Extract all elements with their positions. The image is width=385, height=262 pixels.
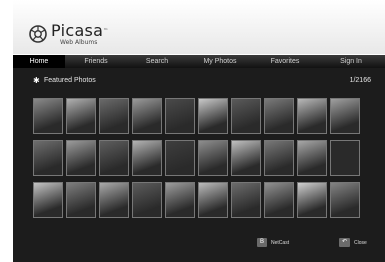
photo-thumbnail[interactable] <box>99 98 129 134</box>
close-button[interactable]: ↶ Close <box>339 238 367 247</box>
photo-thumbnail[interactable] <box>330 98 360 134</box>
tab-sign-in[interactable]: Sign In <box>317 55 385 68</box>
photo-thumbnail[interactable] <box>165 98 195 134</box>
tab-my-photos[interactable]: My Photos <box>187 55 253 68</box>
photo-thumbnail[interactable] <box>264 140 294 176</box>
photo-thumbnail[interactable] <box>330 140 360 176</box>
photo-thumbnail[interactable] <box>132 182 162 218</box>
netcast-label: NetCast <box>271 239 290 246</box>
tab-bar: Home Friends Search My Photos Favorites … <box>13 55 385 68</box>
trademark-symbol: ™ <box>103 28 109 34</box>
photo-thumbnail[interactable] <box>297 98 327 134</box>
section-header: ✱ Featured Photos <box>33 76 96 85</box>
tab-favorites[interactable]: Favorites <box>253 55 317 68</box>
photo-thumbnail[interactable] <box>33 140 63 176</box>
b-key-icon: B <box>257 238 268 247</box>
photo-thumbnail[interactable] <box>66 140 96 176</box>
logo-subtitle: Web Albums <box>60 39 98 46</box>
photo-thumbnail[interactable] <box>198 98 228 134</box>
tab-home[interactable]: Home <box>13 55 65 68</box>
netcast-button[interactable]: B NetCast <box>257 238 289 247</box>
close-label: Close <box>354 239 367 246</box>
footer-bar: B NetCast ↶ Close <box>13 226 385 262</box>
photo-thumbnail[interactable] <box>297 182 327 218</box>
photo-thumbnail[interactable] <box>33 182 63 218</box>
logo-title: Picasa™ <box>51 21 109 40</box>
photo-thumbnail[interactable] <box>198 182 228 218</box>
photo-thumbnail[interactable] <box>264 182 294 218</box>
photo-thumbnail[interactable] <box>231 140 261 176</box>
photo-thumbnail[interactable] <box>330 182 360 218</box>
photo-thumbnail[interactable] <box>132 98 162 134</box>
back-icon: ↶ <box>339 238 351 247</box>
photo-thumbnail[interactable] <box>33 98 63 134</box>
photo-thumbnail[interactable] <box>66 98 96 134</box>
photo-thumbnail[interactable] <box>165 140 195 176</box>
header: Picasa™ Web Albums <box>13 0 385 54</box>
photo-thumbnail[interactable] <box>66 182 96 218</box>
section-title: Featured Photos <box>44 77 96 84</box>
photo-thumbnail[interactable] <box>297 140 327 176</box>
picasa-logo-icon <box>29 25 47 43</box>
tab-friends[interactable]: Friends <box>65 55 127 68</box>
photo-thumbnail[interactable] <box>264 98 294 134</box>
tab-search[interactable]: Search <box>127 55 187 68</box>
photo-thumbnail[interactable] <box>99 140 129 176</box>
photo-thumbnail[interactable] <box>231 182 261 218</box>
photo-thumbnail[interactable] <box>132 140 162 176</box>
star-icon: ✱ <box>33 76 40 85</box>
photo-thumbnail[interactable] <box>198 140 228 176</box>
photo-count: 1/2166 <box>349 77 371 84</box>
photo-thumbnail[interactable] <box>99 182 129 218</box>
photo-thumbnail[interactable] <box>165 182 195 218</box>
photo-thumbnail[interactable] <box>231 98 261 134</box>
picasa-screen: Picasa™ Web Albums Home Friends Search M… <box>0 0 385 262</box>
logo-wordmark: Picasa™ Web Albums <box>51 22 109 46</box>
picasa-logo: Picasa™ Web Albums <box>29 22 109 46</box>
